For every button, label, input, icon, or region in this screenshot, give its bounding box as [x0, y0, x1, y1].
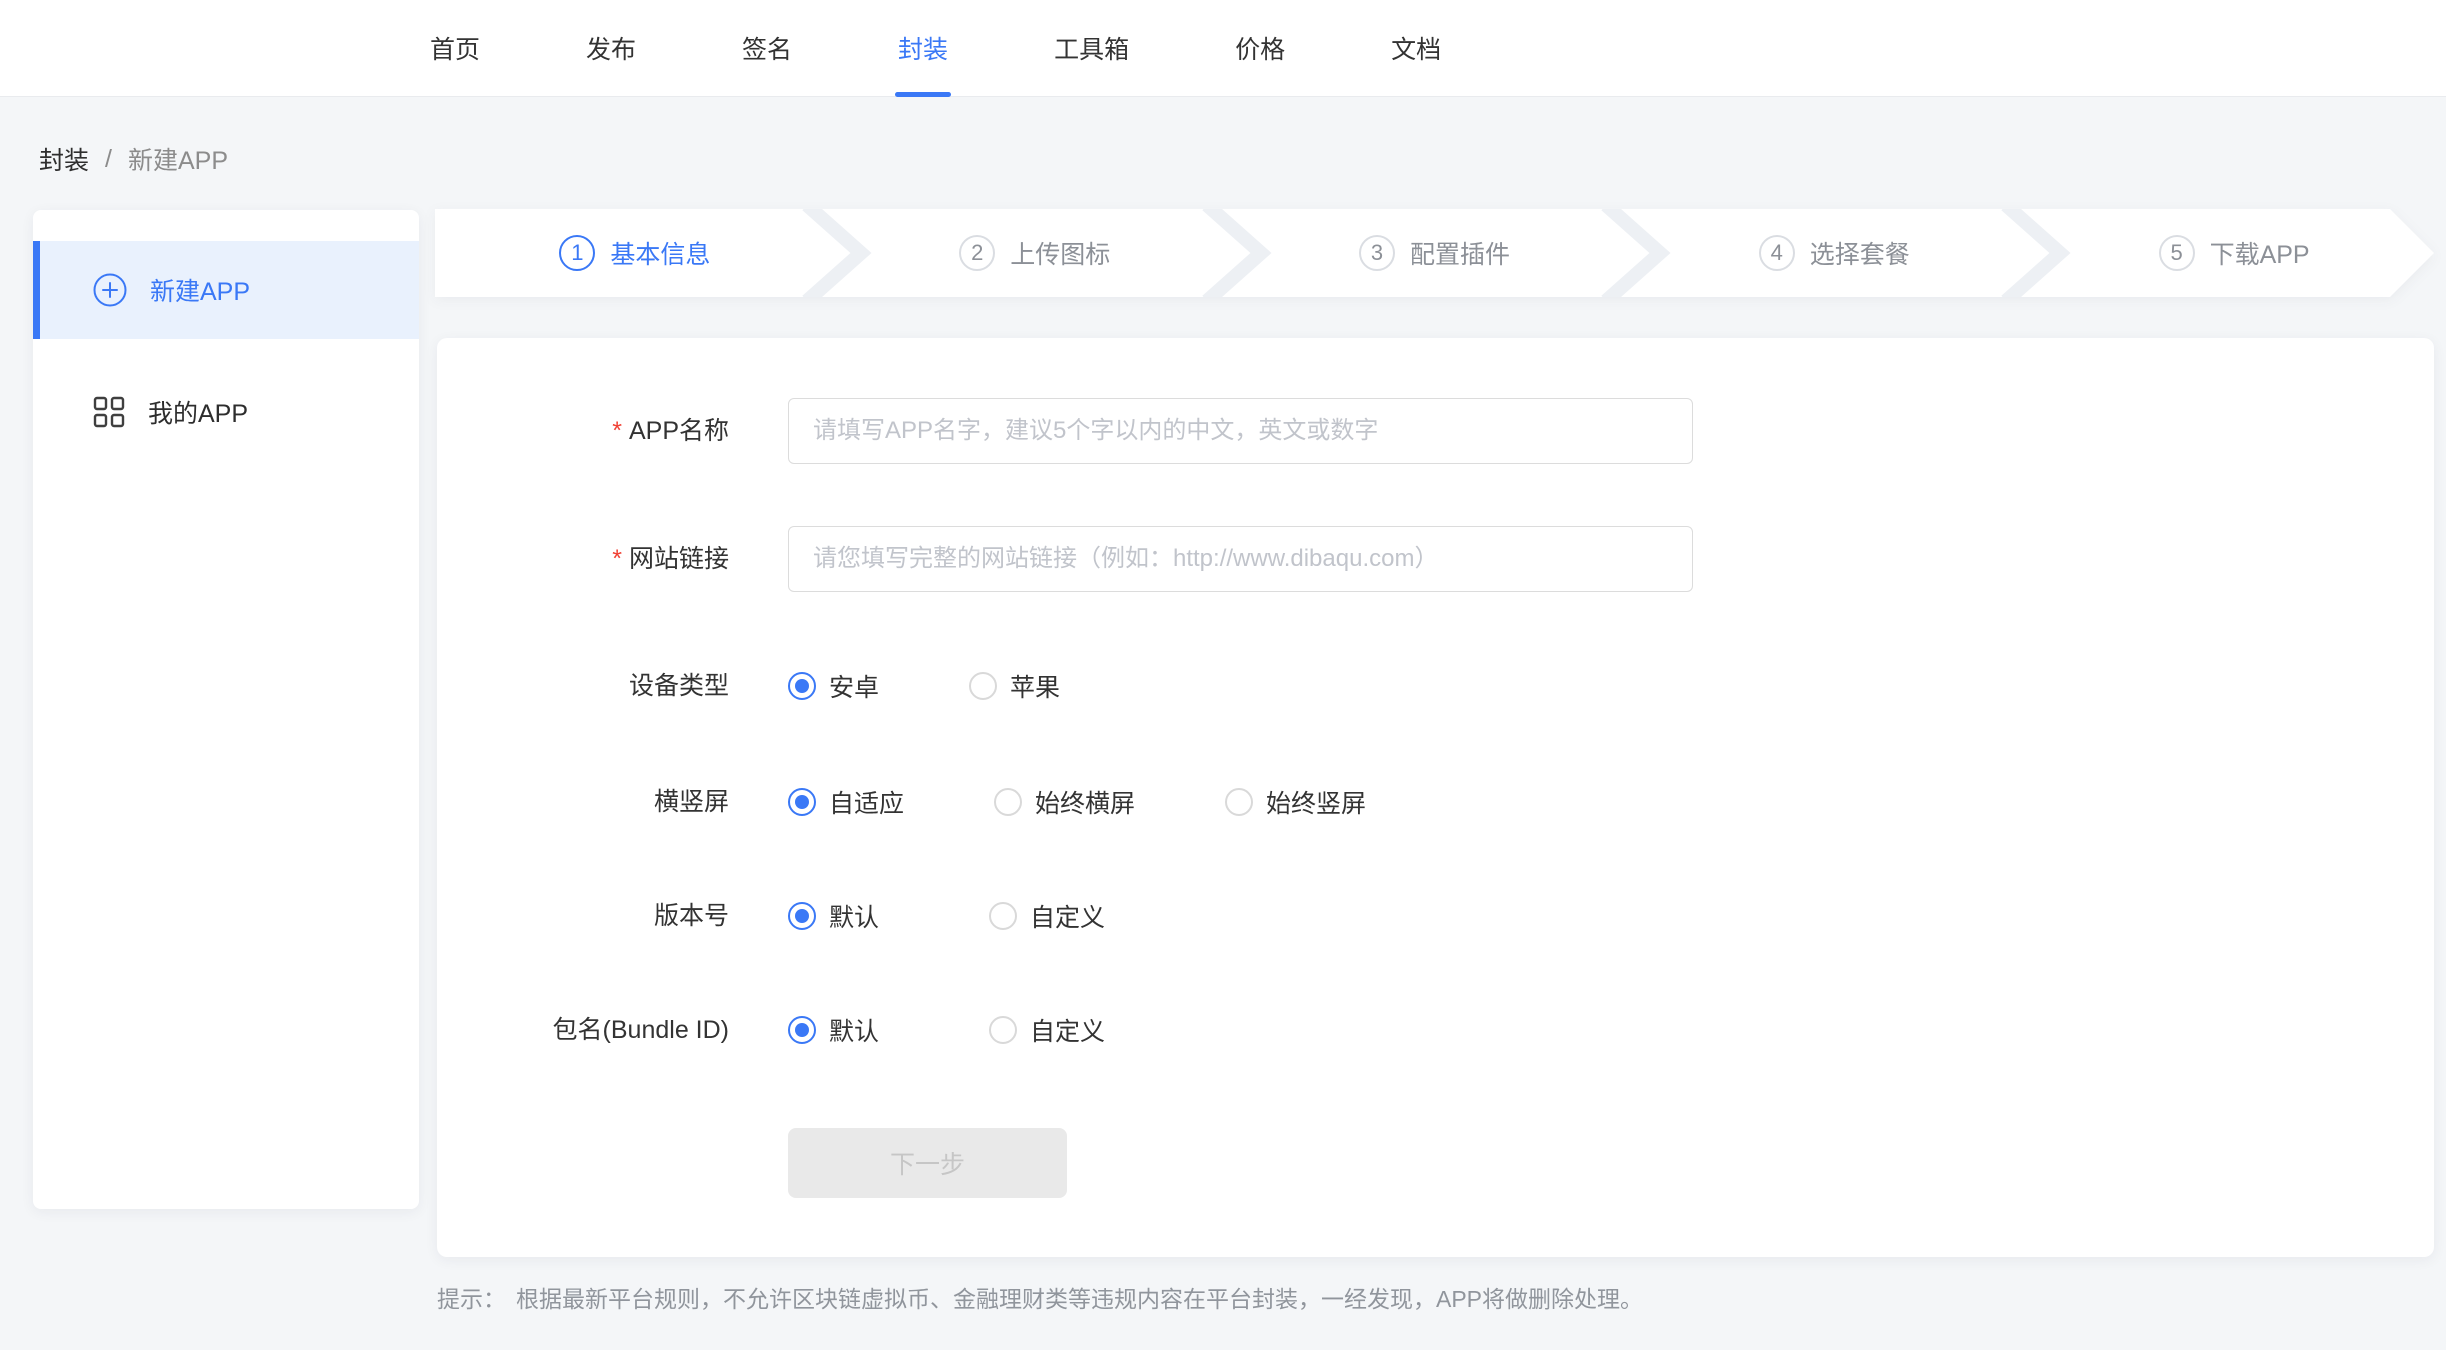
radio-icon[interactable] [788, 672, 816, 700]
step-number: 3 [1359, 235, 1395, 271]
version-row: 版本号 默认 自定义 [437, 896, 2434, 936]
radio-icon[interactable] [1225, 788, 1253, 816]
bundle-id-label: 包名(Bundle ID) [437, 1010, 729, 1050]
top-nav: 首页 发布 签名 封装 工具箱 价格 文档 [0, 0, 2446, 97]
required-asterisk: * [612, 545, 622, 573]
site-url-label: *网站链接 [437, 526, 729, 592]
step-label: 下载APP [2210, 235, 2310, 271]
breadcrumb-separator: / [105, 145, 112, 174]
radio-option-portrait[interactable]: 始终竖屏 [1225, 784, 1366, 820]
nav-item-pricing[interactable]: 价格 [1235, 0, 1285, 96]
tip-text: 根据最新平台规则，不允许区块链虚拟币、金融理财类等违规内容在平台封装，一经发现，… [516, 1286, 1643, 1312]
radio-label: 自定义 [1030, 1012, 1105, 1048]
radio-option-version-default[interactable]: 默认 [788, 898, 879, 934]
radio-icon[interactable] [788, 1016, 816, 1044]
site-url-row: *网站链接 [437, 526, 2434, 592]
breadcrumb-section[interactable]: 封装 [39, 141, 89, 177]
step-label: 选择套餐 [1810, 235, 1910, 271]
orientation-label: 横竖屏 [437, 782, 729, 822]
plus-circle-icon [93, 273, 127, 307]
step-choose-plan: 4 选择套餐 [1634, 209, 2034, 297]
step-label: 配置插件 [1410, 235, 1510, 271]
step-number: 2 [959, 235, 995, 271]
step-configure-plugins: 3 配置插件 [1235, 209, 1635, 297]
step-upload-icon: 2 上传图标 [835, 209, 1235, 297]
radio-label: 默认 [829, 1012, 879, 1048]
app-name-row: *APP名称 [437, 398, 2434, 464]
radio-label: 安卓 [829, 668, 879, 704]
sidebar-item-my-apps[interactable]: 我的APP [33, 363, 419, 461]
radio-icon[interactable] [989, 1016, 1017, 1044]
radio-option-bundle-default[interactable]: 默认 [788, 1012, 879, 1048]
nav-item-toolbox[interactable]: 工具箱 [1054, 0, 1129, 96]
step-number: 5 [2159, 235, 2195, 271]
platform-rules-tip: 提示： 根据最新平台规则，不允许区块链虚拟币、金融理财类等违规内容在平台封装，一经… [437, 1280, 1643, 1314]
grid-icon [93, 396, 125, 428]
radio-option-bundle-custom[interactable]: 自定义 [989, 1012, 1105, 1048]
sidebar: 新建APP 我的APP [33, 210, 419, 1209]
step-number: 4 [1759, 235, 1795, 271]
breadcrumb: 封装 / 新建APP [39, 141, 228, 177]
device-type-row: 设备类型 安卓 苹果 [437, 666, 2434, 706]
required-asterisk: * [612, 417, 622, 445]
device-type-label: 设备类型 [437, 666, 729, 706]
sidebar-item-new-app[interactable]: 新建APP [33, 241, 419, 339]
radio-icon[interactable] [788, 788, 816, 816]
nav-item-docs[interactable]: 文档 [1391, 0, 1441, 96]
step-number: 1 [559, 235, 595, 271]
radio-option-auto[interactable]: 自适应 [788, 784, 904, 820]
sidebar-item-label: 我的APP [148, 394, 248, 430]
nav-item-publish[interactable]: 发布 [586, 0, 636, 96]
nav-item-package[interactable]: 封装 [898, 0, 948, 96]
tip-prefix: 提示： [437, 1286, 506, 1312]
sidebar-item-label: 新建APP [150, 272, 250, 308]
step-label: 基本信息 [610, 235, 710, 271]
radio-label: 默认 [829, 898, 879, 934]
bundle-id-row: 包名(Bundle ID) 默认 自定义 [437, 1010, 2434, 1050]
basic-info-form: *APP名称 *网站链接 设备类型 安卓 苹果 横竖屏 [437, 338, 2434, 1257]
radio-label: 自定义 [1030, 898, 1105, 934]
radio-icon[interactable] [969, 672, 997, 700]
radio-label: 始终横屏 [1035, 784, 1135, 820]
radio-icon[interactable] [788, 902, 816, 930]
radio-label: 自适应 [829, 784, 904, 820]
radio-icon[interactable] [989, 902, 1017, 930]
step-label: 上传图标 [1010, 235, 1110, 271]
radio-icon[interactable] [994, 788, 1022, 816]
step-basic-info: 1 基本信息 [435, 209, 835, 297]
radio-option-ios[interactable]: 苹果 [969, 668, 1060, 704]
breadcrumb-current: 新建APP [128, 141, 228, 177]
step-download-app: 5 下载APP [2034, 209, 2434, 297]
radio-option-version-custom[interactable]: 自定义 [989, 898, 1105, 934]
nav-item-sign[interactable]: 签名 [742, 0, 792, 96]
app-name-label: *APP名称 [437, 398, 729, 464]
version-label: 版本号 [437, 896, 729, 936]
radio-option-landscape[interactable]: 始终横屏 [994, 784, 1135, 820]
orientation-row: 横竖屏 自适应 始终横屏 始终竖屏 [437, 782, 2434, 822]
radio-label: 苹果 [1010, 668, 1060, 704]
nav-item-home[interactable]: 首页 [430, 0, 480, 96]
radio-label: 始终竖屏 [1266, 784, 1366, 820]
radio-option-android[interactable]: 安卓 [788, 668, 879, 704]
app-name-input[interactable] [788, 398, 1693, 464]
site-url-input[interactable] [788, 526, 1693, 592]
step-wizard: 1 基本信息 2 上传图标 3 配置插件 4 选择套餐 [435, 209, 2434, 297]
next-step-button[interactable]: 下一步 [788, 1128, 1067, 1198]
